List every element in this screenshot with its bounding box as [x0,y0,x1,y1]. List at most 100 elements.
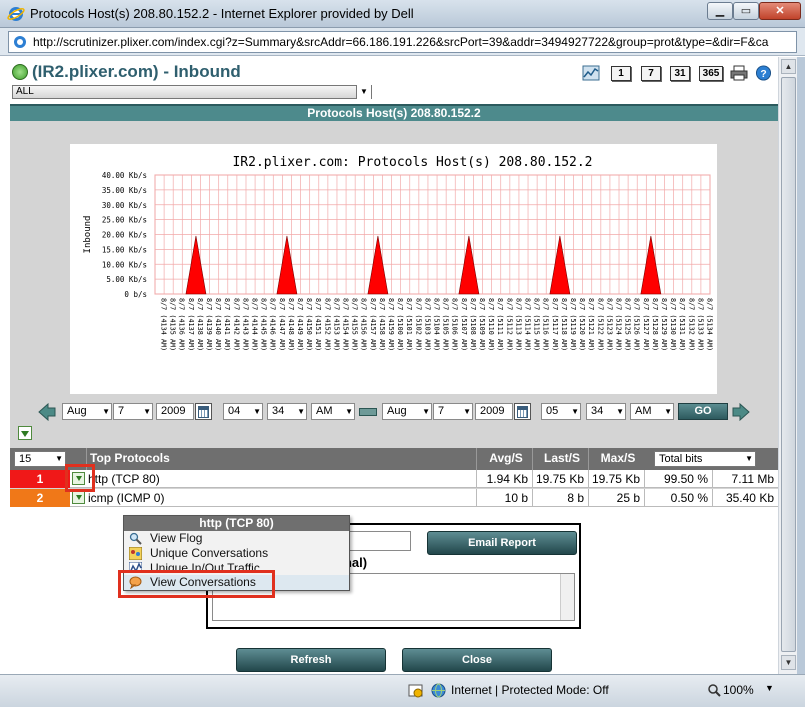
textarea-scrollbar[interactable] [560,574,574,620]
filter-select[interactable]: ALL ▼ [12,85,372,99]
max-value: 19.75 Kb [588,470,644,488]
table-row[interactable]: 1 http (TCP 80) 1.94 Kb 19.75 Kb 19.75 K… [10,470,778,488]
x-tick-label: 8/7 (5108 AM) [469,298,477,351]
day-31-button[interactable]: 31 [670,66,690,81]
arrow-left-icon[interactable] [38,403,56,421]
x-tick-label: 8/7 (5130 AM) [669,298,677,351]
y-tick-label: 30.00 Kb/s [102,201,147,210]
print-icon[interactable] [730,65,748,81]
graph-icon[interactable] [582,65,600,81]
from-minute-select[interactable]: 34 ▼ [267,403,307,420]
from-year-field[interactable]: 2009 [156,403,194,420]
x-tick-label: 8/7 (5125 AM) [624,298,632,351]
y-tick-label: 35.00 Kb/s [102,186,147,195]
x-tick-label: 8/7 (5124 AM) [614,298,622,351]
day-7-button[interactable]: 7 [641,66,661,81]
y-tick-label: 15.00 Kb/s [102,245,147,254]
from-hour-select[interactable]: 04 ▼ [223,403,263,420]
total-bits-select[interactable]: Total bits ▼ [654,451,756,467]
x-tick-label: 8/7 (4157 AM) [369,298,377,351]
col-top-protocols[interactable]: Top Protocols [86,448,476,470]
x-tick-label: 8/7 (5126 AM) [633,298,641,351]
protocol-name[interactable]: icmp (ICMP 0) [86,489,476,507]
date-range-row: Aug ▼ 7 ▼ 2009 04 ▼ 34 ▼ AM ▼ Aug ▼ 7 ▼ 2009 05… [38,401,758,423]
y-tick-label: 40.00 Kb/s [102,171,147,180]
help-icon[interactable]: ? [755,65,772,81]
download-icon[interactable] [18,426,32,440]
close-window-button[interactable]: ✕ [759,2,801,20]
x-tick-label: 8/7 (5105 AM) [442,298,450,351]
avg-value: 10 b [476,489,532,507]
x-tick-label: 8/7 (4140 AM) [214,298,222,351]
vertical-scrollbar[interactable]: ▲ ▼ [778,57,797,674]
x-tick-label: 8/7 (5117 AM) [551,298,559,351]
x-tick-label: 8/7 (4152 AM) [323,298,331,351]
menu-item-view-flog[interactable]: View Flog [124,531,349,546]
rows-count-select[interactable]: 15 ▼ [14,451,66,467]
refresh-button[interactable]: Refresh [236,648,386,672]
x-tick-label: 8/7 (5114 AM) [523,298,531,351]
to-year-field[interactable]: 2009 [475,403,513,420]
calendar-icon[interactable] [195,403,212,420]
window-title: Protocols Host(s) 208.80.152.2 - Interne… [30,6,414,21]
email-report-button[interactable]: Email Report [427,531,577,555]
people-icon [129,547,142,560]
from-month-select[interactable]: Aug ▼ [62,403,112,420]
to-minute-select[interactable]: 34 ▼ [586,403,626,420]
x-tick-label: 8/7 (5109 AM) [478,298,486,351]
col-avg[interactable]: Avg/S [476,448,532,470]
table-row[interactable]: 2 icmp (ICMP 0) 10 b 8 b 25 b 0.50 % 35.… [10,489,778,507]
rank-badge: 2 [10,489,70,507]
x-tick-label: 8/7 (5134 AM) [705,298,713,351]
x-tick-label: 8/7 (5104 AM) [433,298,441,351]
x-tick-label: 8/7 (5103 AM) [423,298,431,351]
scrollbar-thumb[interactable] [781,77,796,652]
day-365-button[interactable]: 365 [699,66,723,81]
x-tick-label: 8/7 (5119 AM) [569,298,577,351]
x-tick-label: 8/7 (4158 AM) [378,298,386,351]
zoom-level[interactable]: 100% [723,683,754,697]
y-tick-label: 5.00 Kb/s [106,275,147,284]
y-tick-label: 20.00 Kb/s [102,231,147,240]
to-hour-select[interactable]: 05 ▼ [541,403,581,420]
from-day-select[interactable]: 7 ▼ [113,403,153,420]
x-tick-label: 8/7 (4149 AM) [296,298,304,351]
x-tick-label: 8/7 (5129 AM) [660,298,668,351]
from-ampm-select[interactable]: AM ▼ [311,403,355,420]
x-tick-label: 8/7 (5131 AM) [678,298,686,351]
minimize-button[interactable]: ▁ [707,2,733,20]
x-tick-label: 8/7 (4148 AM) [287,298,295,351]
scroll-down-icon[interactable]: ▼ [781,655,796,670]
x-tick-label: 8/7 (5116 AM) [542,298,550,351]
go-button[interactable]: GO [678,403,728,420]
x-tick-label: 8/7 (4142 AM) [232,298,240,351]
to-day-select[interactable]: 7 ▼ [433,403,473,420]
percent-value: 0.50 % [644,489,712,507]
popup-blocked-icon [408,684,423,698]
chevron-down-icon[interactable]: ▼ [765,683,774,693]
scroll-up-icon[interactable]: ▲ [781,59,796,74]
y-tick-label: 25.00 Kb/s [102,216,147,225]
x-tick-label: 8/7 (5110 AM) [487,298,495,351]
url-field[interactable]: http://scrutinizer.plixer.com/index.cgi?… [8,31,797,53]
to-ampm-select[interactable]: AM ▼ [630,403,674,420]
day-1-button[interactable]: 1 [611,66,631,81]
calendar-icon[interactable] [514,403,531,420]
x-tick-label: 8/7 (4159 AM) [387,298,395,351]
protocols-chart: IR2.plixer.com: Protocols Host(s) 208.80… [83,155,713,351]
svg-text:?: ? [760,69,766,80]
col-max[interactable]: Max/S [588,448,644,470]
close-button[interactable]: Close [402,648,552,672]
highlight-box [118,570,275,598]
col-last[interactable]: Last/S [532,448,588,470]
to-month-select[interactable]: Aug ▼ [382,403,432,420]
menu-item-unique-conversations[interactable]: Unique Conversations [124,546,349,561]
arrow-right-icon[interactable] [732,403,750,421]
protocol-name[interactable]: http (TCP 80) [86,470,476,488]
x-tick-label: 8/7 (5107 AM) [460,298,468,351]
x-tick-label: 8/7 (4141 AM) [223,298,231,351]
download-icon[interactable] [72,491,85,504]
maximize-button[interactable]: ▭ [733,2,759,20]
total-value: 7.11 Mb [712,470,778,488]
x-tick-label: 8/7 (5121 AM) [587,298,595,351]
